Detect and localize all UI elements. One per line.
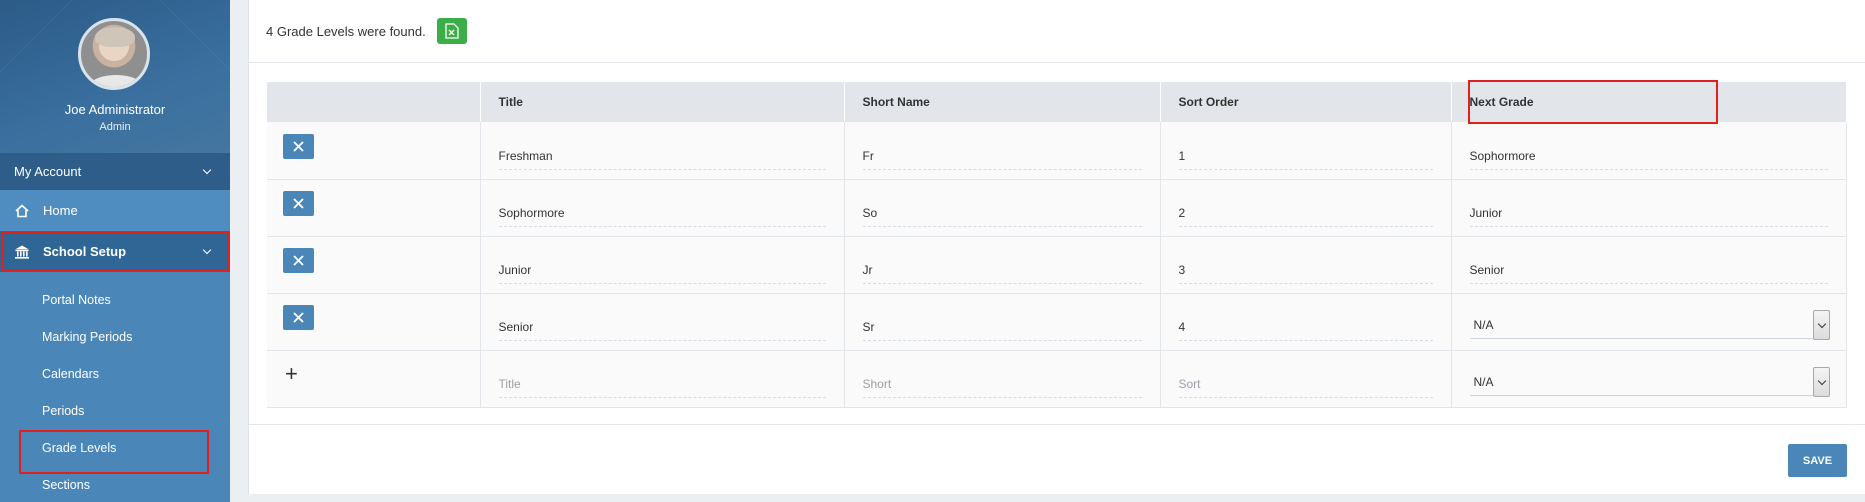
sidebar-item-marking-periods[interactable]: Marking Periods bbox=[0, 319, 230, 356]
close-icon bbox=[293, 312, 304, 323]
my-account-menu[interactable]: My Account bbox=[0, 153, 230, 190]
sidebar-item-sections[interactable]: Sections bbox=[0, 467, 230, 502]
export-excel-button[interactable] bbox=[436, 18, 467, 44]
add-row-icon[interactable]: + bbox=[285, 362, 462, 385]
excel-icon bbox=[445, 23, 459, 39]
new-short-name-input[interactable]: Short bbox=[862, 359, 1142, 398]
results-count-text: 4 Grade Levels were found. bbox=[266, 23, 426, 39]
table-row: Freshman Fr 1 Sophormore bbox=[267, 122, 1847, 180]
new-title-input[interactable]: Title bbox=[498, 359, 826, 398]
delete-row-button[interactable] bbox=[283, 248, 314, 273]
next-grade-selected-value: N/A bbox=[1473, 318, 1494, 332]
user-name: Joe Administrator bbox=[64, 102, 166, 117]
title-field[interactable]: Freshman bbox=[498, 131, 826, 170]
header-title[interactable]: Title bbox=[480, 82, 845, 122]
close-icon bbox=[293, 141, 304, 152]
title-field[interactable]: Senior bbox=[498, 302, 826, 341]
short-name-field[interactable]: Jr bbox=[862, 245, 1142, 284]
sidebar-item-portal-notes[interactable]: Portal Notes bbox=[0, 282, 230, 319]
main-panel: 4 Grade Levels were found. Title Short N… bbox=[248, 0, 1865, 502]
short-name-field[interactable]: Fr bbox=[862, 131, 1142, 170]
sort-order-field[interactable]: 4 bbox=[1178, 302, 1433, 341]
header-sort-order[interactable]: Sort Order bbox=[1160, 82, 1452, 122]
delete-row-button[interactable] bbox=[283, 133, 314, 159]
dropdown-arrow-icon[interactable] bbox=[1812, 310, 1830, 340]
save-button[interactable]: SAVE bbox=[1788, 444, 1847, 477]
sidebar-item-grade-levels[interactable]: Grade Levels bbox=[0, 430, 230, 474]
close-icon bbox=[293, 198, 304, 209]
sort-order-field[interactable]: 2 bbox=[1178, 188, 1433, 227]
my-account-label: My Account bbox=[14, 164, 82, 179]
title-field[interactable]: Sophormore bbox=[498, 188, 826, 227]
sidebar-item-label: School Setup bbox=[43, 244, 127, 259]
close-icon bbox=[293, 255, 304, 266]
profile-panel: Joe Administrator Admin bbox=[0, 0, 230, 153]
chevron-down-icon bbox=[202, 245, 212, 255]
new-next-grade-selected-value: N/A bbox=[1473, 375, 1494, 389]
user-role: Admin bbox=[99, 121, 131, 133]
avatar[interactable] bbox=[78, 18, 150, 90]
institution-icon bbox=[15, 245, 29, 259]
next-grade-field[interactable]: Senior bbox=[1469, 245, 1828, 284]
sidebar: Joe Administrator Admin My Account Home … bbox=[0, 0, 230, 502]
delete-row-button[interactable] bbox=[283, 305, 314, 330]
header-short-name[interactable]: Short Name bbox=[844, 82, 1161, 122]
sidebar-item-periods[interactable]: Periods bbox=[0, 393, 230, 430]
short-name-field[interactable]: So bbox=[862, 188, 1142, 227]
table-row: Senior Sr 4 N/A bbox=[267, 293, 1847, 351]
next-grade-field[interactable]: Sophormore bbox=[1469, 131, 1828, 170]
chevron-down-icon bbox=[202, 165, 212, 175]
page-footer-gap bbox=[248, 494, 1865, 502]
results-bar: 4 Grade Levels were found. bbox=[249, 0, 1865, 63]
school-setup-submenu: Portal Notes Marking Periods Calendars P… bbox=[0, 272, 230, 502]
sort-order-field[interactable]: 1 bbox=[1178, 131, 1433, 170]
sidebar-item-school-setup[interactable]: School Setup bbox=[0, 231, 230, 272]
sidebar-item-home[interactable]: Home bbox=[0, 190, 230, 231]
table-row: Sophormore So 2 Junior bbox=[267, 179, 1847, 237]
footer-divider bbox=[249, 424, 1865, 425]
title-field[interactable]: Junior bbox=[498, 245, 826, 284]
sort-order-field[interactable]: 3 bbox=[1178, 245, 1433, 284]
new-grade-row: + Title Short Sort N/A bbox=[267, 350, 1847, 408]
new-sort-order-input[interactable]: Sort bbox=[1178, 359, 1433, 398]
header-actions bbox=[267, 82, 481, 122]
sidebar-item-label: Home bbox=[43, 203, 78, 218]
next-grade-select[interactable]: N/A bbox=[1469, 304, 1830, 340]
new-next-grade-select[interactable]: N/A bbox=[1469, 361, 1830, 397]
grade-levels-table: Title Short Name Sort Order Next Grade F… bbox=[267, 80, 1847, 408]
table-row: Junior Jr 3 Senior bbox=[267, 236, 1847, 294]
sidebar-item-calendars[interactable]: Calendars bbox=[0, 356, 230, 393]
next-grade-field[interactable]: Junior bbox=[1469, 188, 1828, 227]
header-next-grade[interactable]: Next Grade bbox=[1451, 82, 1847, 122]
delete-row-button[interactable] bbox=[283, 191, 314, 216]
home-icon bbox=[15, 203, 29, 217]
dropdown-arrow-icon[interactable] bbox=[1812, 367, 1830, 397]
short-name-field[interactable]: Sr bbox=[862, 302, 1142, 341]
